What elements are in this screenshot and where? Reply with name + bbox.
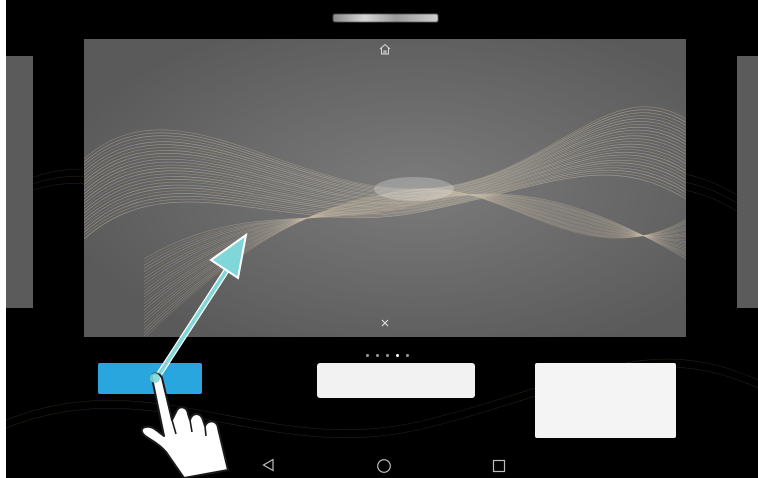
- page-dot: [376, 354, 379, 357]
- navigation-bar: [6, 448, 758, 478]
- back-icon[interactable]: [261, 458, 275, 472]
- page-dot: [396, 354, 399, 357]
- home-screen-preview[interactable]: [84, 39, 686, 337]
- next-screen-page[interactable]: [737, 56, 758, 308]
- page-dot: [366, 354, 369, 357]
- settings-button[interactable]: [535, 363, 676, 438]
- home-circle-icon[interactable]: [376, 458, 392, 474]
- previous-screen-page[interactable]: [6, 56, 33, 308]
- page-dot: [386, 354, 389, 357]
- page-indicator: [366, 354, 412, 360]
- status-bar: [6, 0, 758, 24]
- device-screen: [6, 0, 758, 478]
- wallpaper-image: [84, 39, 686, 337]
- widgets-button[interactable]: [317, 363, 475, 398]
- home-icon[interactable]: [378, 42, 392, 56]
- close-icon[interactable]: [378, 316, 392, 330]
- status-title-blurred: [333, 14, 438, 22]
- recent-apps-icon[interactable]: [492, 459, 506, 473]
- wallpaper-button[interactable]: [98, 363, 202, 394]
- page-dot: [406, 354, 409, 357]
